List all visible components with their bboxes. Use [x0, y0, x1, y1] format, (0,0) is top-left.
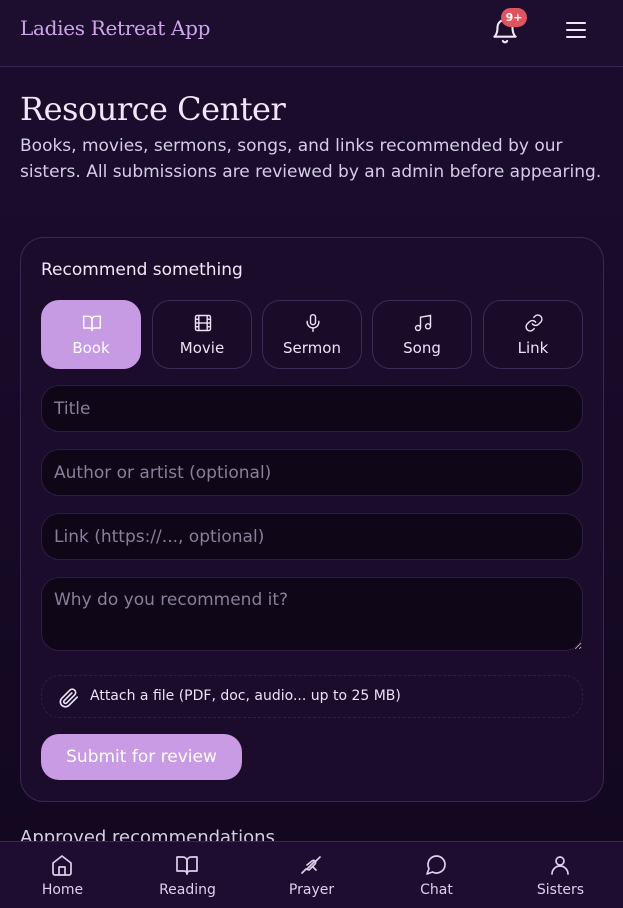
- title-input[interactable]: [41, 385, 583, 432]
- attach-file-button[interactable]: Attach a file (PDF, doc, audio... up to …: [41, 675, 583, 718]
- film-icon: [194, 314, 212, 332]
- page-title: Resource Center: [20, 90, 286, 128]
- type-button-movie[interactable]: Movie: [152, 300, 252, 369]
- user-icon: [551, 856, 569, 875]
- nav-label-reading: Reading: [159, 882, 216, 898]
- nav-item-reading[interactable]: Reading: [125, 842, 250, 908]
- type-label-book: Book: [72, 339, 110, 357]
- nav-label-chat: Chat: [420, 882, 453, 898]
- hamburger-menu-icon: [566, 22, 586, 38]
- menu-button[interactable]: [563, 18, 589, 42]
- paperclip-icon: [59, 688, 79, 708]
- nav-item-chat[interactable]: Chat: [374, 842, 499, 908]
- nav-item-sisters[interactable]: Sisters: [498, 842, 623, 908]
- music-note-icon: [414, 314, 432, 332]
- type-label-sermon: Sermon: [283, 339, 341, 357]
- link-icon: [525, 314, 543, 332]
- submit-for-review-button[interactable]: Submit for review: [41, 734, 242, 780]
- attach-file-label: Attach a file (PDF, doc, audio... up to …: [90, 688, 401, 704]
- type-button-song[interactable]: Song: [372, 300, 472, 369]
- app-header: Ladies Retreat App 9+: [0, 0, 623, 67]
- type-label-song: Song: [403, 339, 441, 357]
- bottom-nav: Home Reading Prayer Chat Sisters: [0, 841, 623, 908]
- link-input[interactable]: [41, 513, 583, 560]
- page-description: Books, movies, sermons, songs, and links…: [20, 136, 602, 182]
- author-input[interactable]: [41, 449, 583, 496]
- recommend-heading: Recommend something: [41, 260, 243, 280]
- type-button-book[interactable]: Book: [41, 300, 141, 369]
- type-label-movie: Movie: [179, 339, 225, 357]
- chat-bubble-icon: [426, 855, 446, 875]
- type-label-link: Link: [517, 339, 549, 357]
- home-icon: [52, 855, 72, 876]
- nav-label-sisters: Sisters: [536, 882, 585, 898]
- app-title[interactable]: Ladies Retreat App: [20, 16, 210, 40]
- book-icon: [82, 315, 102, 332]
- book-icon: [176, 856, 198, 875]
- why-textarea[interactable]: [41, 577, 583, 651]
- notification-badge: 9+: [501, 8, 527, 27]
- type-button-link[interactable]: Link: [483, 300, 583, 369]
- type-button-sermon[interactable]: Sermon: [262, 300, 362, 369]
- praying-hands-icon: [301, 856, 321, 874]
- nav-label-home: Home: [41, 882, 84, 898]
- microphone-icon: [306, 313, 320, 333]
- nav-item-home[interactable]: Home: [0, 842, 125, 908]
- nav-label-prayer: Prayer: [288, 882, 335, 898]
- nav-item-prayer[interactable]: Prayer: [249, 842, 374, 908]
